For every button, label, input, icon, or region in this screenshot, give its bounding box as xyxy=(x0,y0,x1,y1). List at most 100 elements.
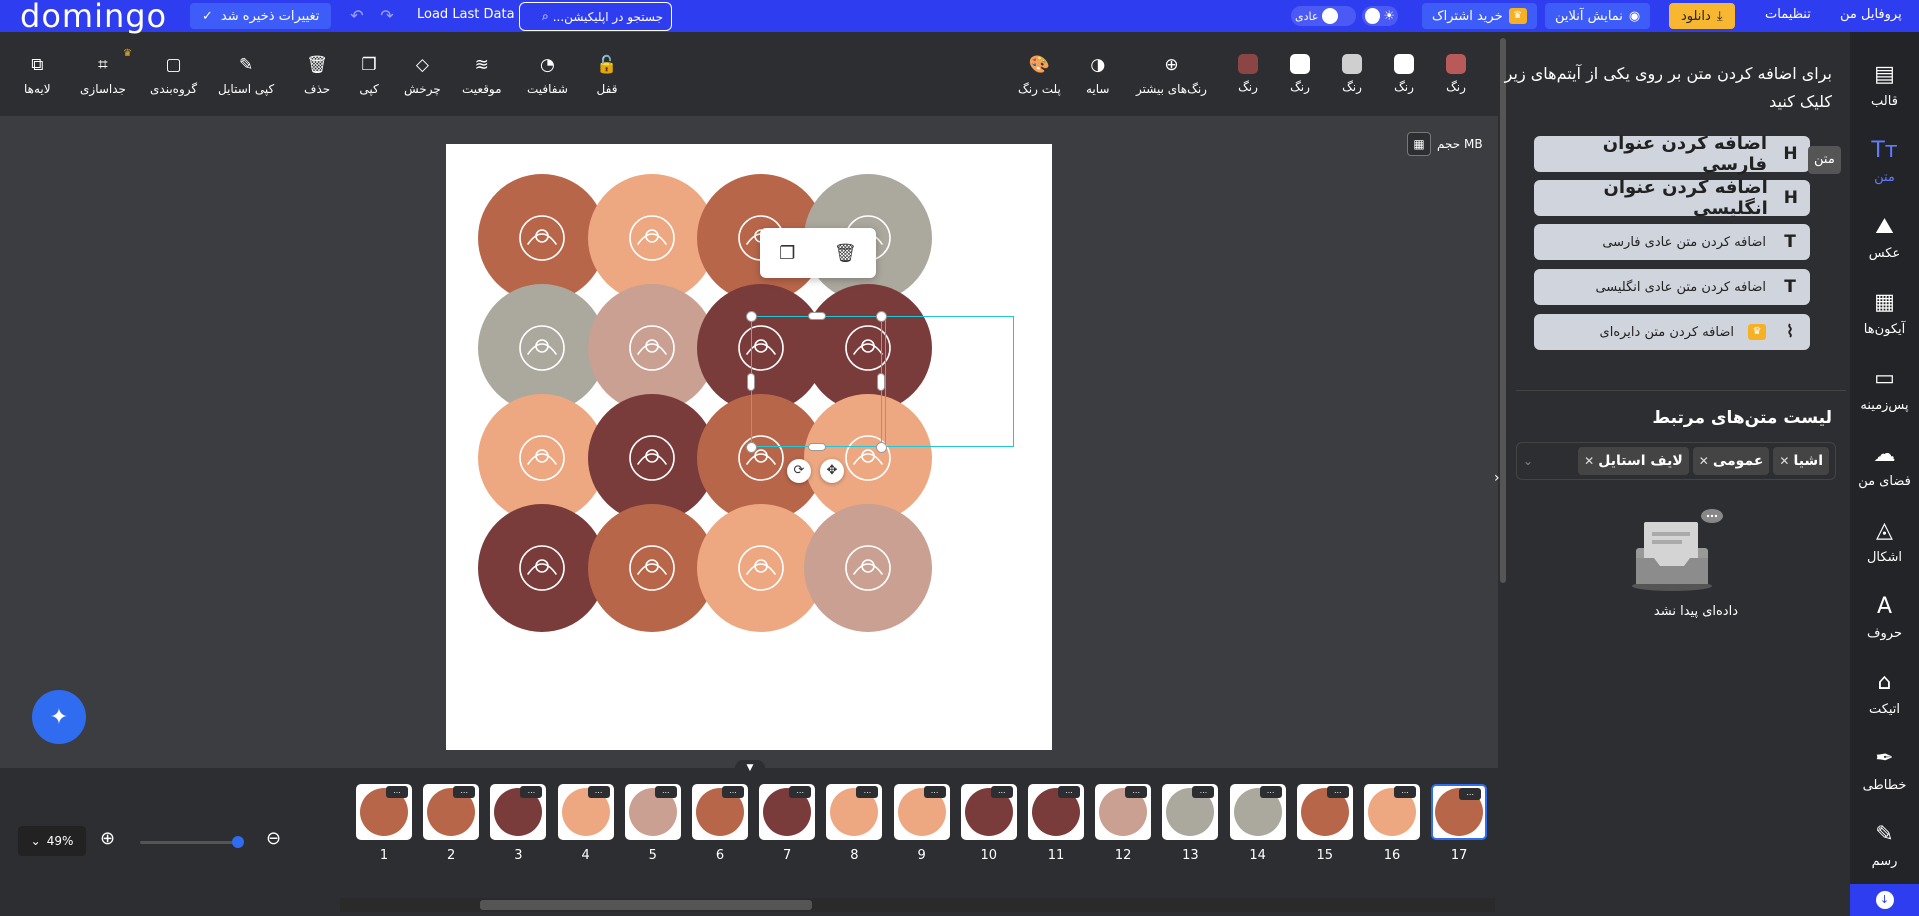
shadow-tool[interactable]: ◑ سایه xyxy=(1086,54,1109,96)
scrollbar-thumb[interactable] xyxy=(1500,38,1506,583)
page-thumbnail[interactable]: ... xyxy=(1364,784,1420,840)
close-icon[interactable]: ✕ xyxy=(1699,454,1709,468)
icon-circle[interactable] xyxy=(478,284,606,412)
lock-tool[interactable]: 🔓 قفل xyxy=(596,54,618,96)
more-icon[interactable]: ... xyxy=(990,786,1013,798)
color-swatch-1[interactable]: رنگ xyxy=(1238,54,1258,94)
delete-tool[interactable]: 🗑 حذف xyxy=(304,54,330,96)
more-icon[interactable]: ... xyxy=(856,786,879,798)
rotate-icon[interactable]: ⟳ xyxy=(787,459,811,483)
tag-chip[interactable]: عمومی ✕ xyxy=(1692,447,1770,475)
page-thumbnail[interactable]: ... xyxy=(1296,784,1353,840)
page-thumbnail[interactable]: ... xyxy=(490,784,547,840)
more-icon[interactable]: ... xyxy=(1259,786,1282,798)
load-last-data-button[interactable]: Load Last Data xyxy=(417,7,515,22)
logo[interactable]: domingo xyxy=(20,0,167,35)
zoom-select[interactable]: ⌄ 49% xyxy=(18,826,86,856)
page-thumbnail[interactable]: ... xyxy=(1162,784,1219,840)
page-thumbnail[interactable]: ... xyxy=(624,784,681,840)
more-icon[interactable]: ... xyxy=(722,786,744,798)
color-swatch-5[interactable]: رنگ xyxy=(1446,54,1466,94)
redo-icon[interactable]: ↷ xyxy=(376,5,398,27)
page-thumbnail[interactable]: ... xyxy=(960,784,1017,840)
nav-my-space[interactable]: ☁ فضای من xyxy=(1850,442,1919,489)
page-thumbnail[interactable]: ... xyxy=(1028,784,1084,840)
undo-icon[interactable]: ↶ xyxy=(346,5,368,27)
more-colors-tool[interactable]: ⊕ رنگ‌های بیشتر xyxy=(1136,54,1207,96)
collapse-panel-icon[interactable]: › xyxy=(1494,470,1500,486)
search-input[interactable]: جستجو در اپلیکیشن... ⌕ xyxy=(519,2,672,31)
rotate-tool[interactable]: ◇ چرخش xyxy=(404,54,441,96)
close-icon[interactable]: ✕ xyxy=(1584,454,1594,468)
add-fa-text-button[interactable]: T اضافه کردن متن عادی فارسی xyxy=(1534,224,1810,260)
page-thumbnail[interactable]: ... xyxy=(423,784,480,840)
more-icon[interactable]: ... xyxy=(654,786,677,798)
tags-select[interactable]: اشیا ✕ عمومی ✕ لایف استایل ✕ ⌄ xyxy=(1516,442,1836,480)
opacity-tool[interactable]: ◔ شفافیت xyxy=(527,54,568,96)
nav-template[interactable]: ▤ قالب xyxy=(1850,62,1919,109)
resize-handle[interactable] xyxy=(808,312,826,320)
more-icon[interactable]: ... xyxy=(789,786,812,798)
subscribe-button[interactable]: خرید اشتراک ♛ xyxy=(1422,3,1537,29)
profile-link[interactable]: پروفایل من xyxy=(1840,7,1902,22)
collapse-icon[interactable]: ▼ xyxy=(735,760,765,776)
more-icon[interactable]: ... xyxy=(923,786,946,798)
close-icon[interactable]: ✕ xyxy=(1779,454,1789,468)
page-thumbnail[interactable]: ... xyxy=(759,784,816,840)
icon-circle[interactable] xyxy=(804,504,932,632)
resize-handle[interactable] xyxy=(746,442,757,453)
resize-handle[interactable] xyxy=(876,311,887,322)
nav-draw[interactable]: ✎ رسم xyxy=(1850,822,1919,869)
layers-tool[interactable]: ⧉ لایه‌ها xyxy=(24,54,51,96)
nav-shapes[interactable]: ◬ اشکال xyxy=(1850,518,1919,565)
more-icon[interactable]: ... xyxy=(1125,786,1148,798)
mode-toggle[interactable]: عادی xyxy=(1291,6,1356,26)
more-icon[interactable]: ... xyxy=(520,786,543,798)
page-thumbnail[interactable]: ... xyxy=(557,784,614,840)
color-swatch-3[interactable]: رنگ xyxy=(1342,54,1362,94)
nav-fonts[interactable]: A حروف xyxy=(1850,594,1919,641)
zoom-out-icon[interactable]: ⊖ xyxy=(266,828,281,849)
nav-label-stickers[interactable]: ⌂ اتیکت xyxy=(1850,670,1919,717)
nav-text[interactable]: Tт متن xyxy=(1850,138,1919,185)
duplicate-icon[interactable]: ❐ xyxy=(779,243,795,264)
add-fa-heading-button[interactable]: H اضافه کردن عنوان فارسی xyxy=(1534,133,1810,175)
resize-handle[interactable] xyxy=(808,443,826,451)
add-circle-text-button[interactable]: ⌇ ♛ اضافه کردن متن دایره‌ای xyxy=(1534,314,1810,350)
nav-background[interactable]: ▭ پس‌زمینه xyxy=(1850,366,1919,413)
icon-circle[interactable] xyxy=(478,174,606,302)
add-en-heading-button[interactable]: H اضافه کردن عنوان انگلیسی xyxy=(1534,177,1810,219)
resize-handle[interactable] xyxy=(877,373,885,391)
theme-toggle[interactable]: ☀ xyxy=(1362,6,1398,26)
copy-style-tool[interactable]: ✎ کپی استایل xyxy=(218,54,274,96)
calculator-icon[interactable]: ▦ xyxy=(1407,132,1431,156)
online-preview-button[interactable]: نمایش آنلاین ◉ xyxy=(1545,3,1651,29)
trash-icon[interactable]: 🗑 xyxy=(834,243,857,264)
more-icon[interactable]: ... xyxy=(1394,786,1416,798)
nav-scroll-down[interactable]: ↓ xyxy=(1850,884,1919,916)
download-button[interactable]: دانلود ⤓ xyxy=(1669,3,1735,29)
selection-box[interactable] xyxy=(751,316,882,447)
more-icon[interactable]: ... xyxy=(1459,788,1482,800)
zoom-in-icon[interactable]: ⊕ xyxy=(100,828,115,849)
page-thumbnail[interactable]: ... xyxy=(356,784,412,840)
add-en-text-button[interactable]: T اضافه کردن متن عادی انگلیسی xyxy=(1534,269,1810,305)
resize-handle[interactable] xyxy=(747,373,755,391)
page-thumbnail[interactable]: ... xyxy=(1095,784,1152,840)
selection-box-2[interactable] xyxy=(885,316,1014,447)
more-icon[interactable]: ... xyxy=(453,786,476,798)
nav-photo[interactable]: ⛰ عکس xyxy=(1850,214,1919,261)
tag-chip[interactable]: لایف استایل ✕ xyxy=(1578,447,1689,475)
move-icon[interactable]: ✥ xyxy=(820,459,844,483)
nav-calligraphy[interactable]: ✒ خطاطی xyxy=(1850,746,1919,793)
scrollbar-thumb[interactable] xyxy=(480,900,812,910)
more-icon[interactable]: ... xyxy=(1326,786,1349,798)
more-icon[interactable]: ... xyxy=(1058,786,1080,798)
more-icon[interactable]: ... xyxy=(386,786,408,798)
resize-handle[interactable] xyxy=(876,442,887,453)
horizontal-scrollbar[interactable] xyxy=(340,898,1495,912)
page-thumbnail[interactable]: ... xyxy=(893,784,950,840)
nav-icons[interactable]: ▦ آیکون‌ها xyxy=(1850,290,1919,337)
page-thumbnail[interactable]: ... xyxy=(1229,784,1286,840)
magic-wand-icon[interactable]: ✦ xyxy=(32,690,86,744)
